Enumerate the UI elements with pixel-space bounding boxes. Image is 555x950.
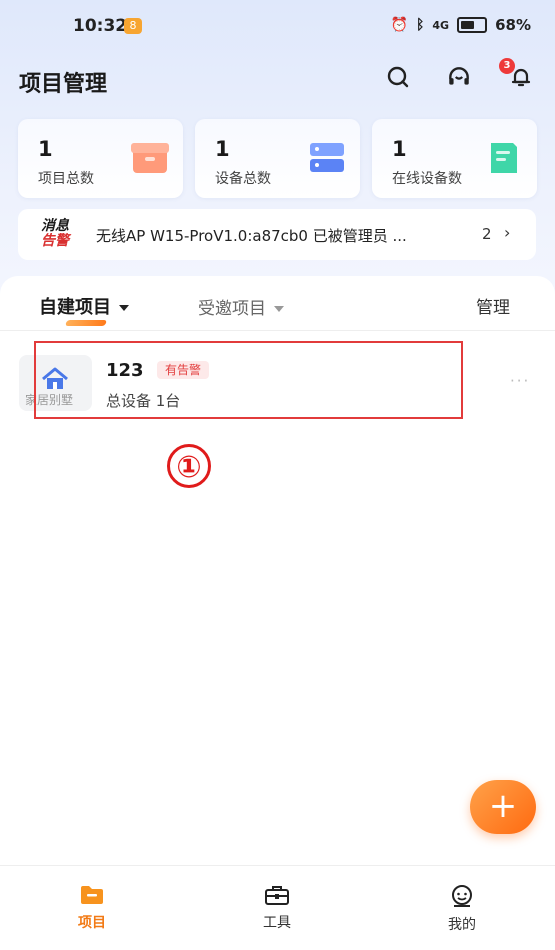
stat-value: 1 <box>392 137 407 161</box>
tab-invited-projects[interactable]: 受邀项目 <box>198 294 284 319</box>
more-options-icon[interactable]: ··· <box>510 372 530 390</box>
server-icon <box>310 143 344 172</box>
add-project-button[interactable]: + <box>470 780 536 834</box>
stat-value: 1 <box>38 137 53 161</box>
caret-down-icon <box>274 306 284 312</box>
nav-item-tools[interactable]: 工具 <box>237 884 317 932</box>
nav-item-projects[interactable]: 项目 <box>52 884 132 932</box>
device-online-icon <box>491 143 517 173</box>
stat-card-devices[interactable]: 1 设备总数 <box>195 119 360 198</box>
chevron-right-icon: › <box>504 223 511 242</box>
active-tab-indicator <box>64 320 108 326</box>
user-face-icon <box>452 885 472 907</box>
bottom-navigation: 项目 工具 我的 <box>0 865 555 950</box>
battery-percent: 68% <box>495 16 531 34</box>
status-bar: 10:32 8 ⏰ ᛒ 4G 68% <box>0 0 555 52</box>
stat-label: 设备总数 <box>215 171 271 187</box>
nav-label: 项目 <box>78 915 106 931</box>
stat-label: 项目总数 <box>38 171 94 187</box>
nav-label: 工具 <box>263 915 291 931</box>
alarm-icon: ⏰ <box>390 17 408 33</box>
stat-value: 1 <box>215 137 230 161</box>
message-count: 2 <box>482 225 492 243</box>
signal-icon: 4G <box>432 18 450 32</box>
stat-label: 在线设备数 <box>392 171 462 187</box>
step-marker: ① <box>167 444 211 488</box>
box-icon <box>131 143 169 173</box>
support-button[interactable] <box>444 62 474 92</box>
toolbox-icon <box>265 886 289 905</box>
message-alarm-tag: 消息 告警 <box>41 218 69 249</box>
search-button[interactable] <box>383 62 413 92</box>
nav-item-profile[interactable]: 我的 <box>422 884 502 934</box>
notification-count-badge: 3 <box>499 58 515 74</box>
message-text: 无线AP W15-ProV1.0:a87cb0 已被管理员 ... <box>96 227 407 245</box>
status-time: 10:32 <box>73 16 128 36</box>
search-icon <box>387 66 409 88</box>
headset-icon <box>449 67 469 85</box>
divider <box>0 330 555 331</box>
battery-icon <box>457 17 488 33</box>
highlight-box <box>34 341 463 419</box>
caret-down-icon <box>119 305 129 311</box>
nav-label: 我的 <box>448 917 476 933</box>
alarm-message-bar[interactable]: 消息 告警 无线AP W15-ProV1.0:a87cb0 已被管理员 ... … <box>18 209 536 260</box>
manage-button[interactable]: 管理 <box>476 293 510 318</box>
status-icons: ⏰ ᛒ 4G 68% <box>391 16 531 34</box>
folder-icon <box>81 886 103 904</box>
page-title: 项目管理 <box>19 72 108 97</box>
stat-card-projects[interactable]: 1 项目总数 <box>18 119 183 198</box>
stat-card-online-devices[interactable]: 1 在线设备数 <box>372 119 537 198</box>
status-app-badge: 8 <box>124 18 142 34</box>
tab-own-projects[interactable]: 自建项目 <box>39 293 129 319</box>
bluetooth-icon: ᛒ <box>416 17 425 33</box>
